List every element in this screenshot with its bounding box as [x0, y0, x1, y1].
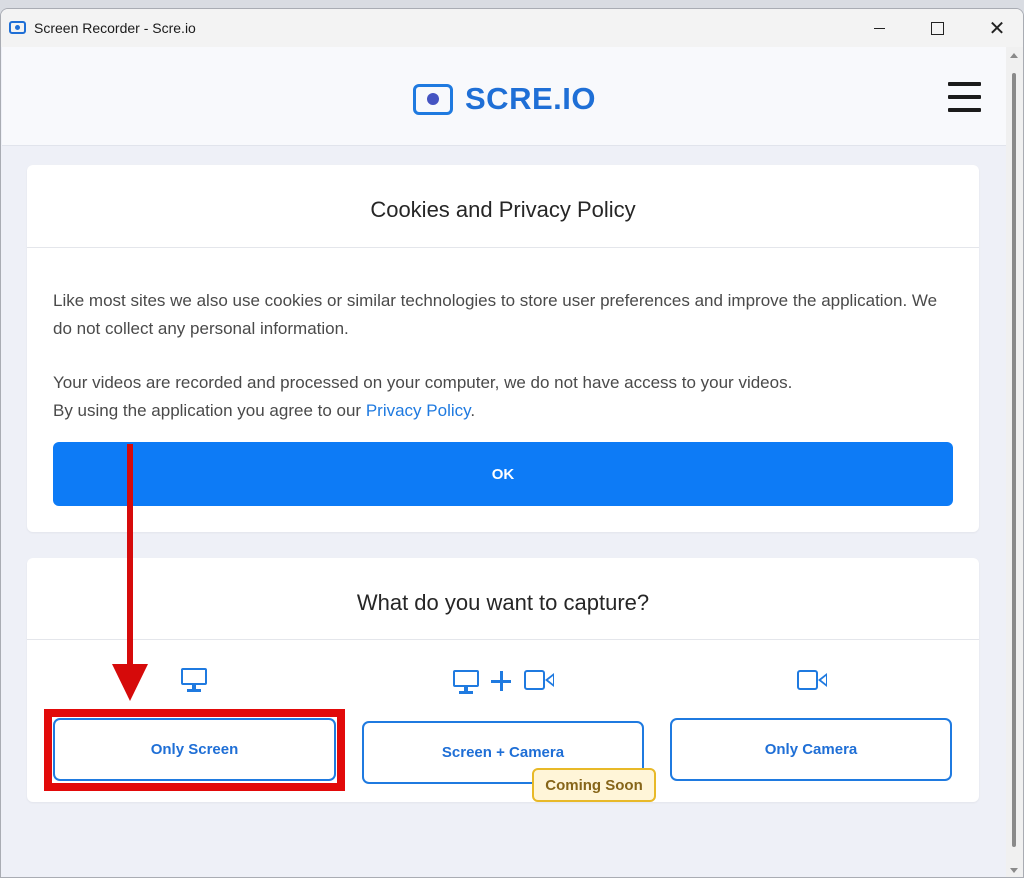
- title-bar: Screen Recorder - Scre.io ✕: [1, 9, 1023, 47]
- cookies-paragraph-2: Your videos are recorded and processed o…: [53, 369, 953, 424]
- scroll-down-icon[interactable]: [1010, 868, 1018, 873]
- capture-title: What do you want to capture?: [356, 590, 650, 615]
- scroll-up-icon[interactable]: [1010, 53, 1018, 58]
- app-icon: [9, 21, 26, 34]
- cookies-paragraph-2-suffix: .: [470, 400, 476, 420]
- cookies-paragraph-2-line-1: Your videos are recorded and processed o…: [53, 373, 793, 392]
- site-logo[interactable]: SCRE.IO: [413, 81, 596, 117]
- camera-icon: [797, 670, 827, 690]
- plus-icon: [491, 671, 511, 691]
- camera-icon: [524, 670, 554, 690]
- cookies-card: Cookies and Privacy Policy Like most sit…: [27, 165, 979, 532]
- annotation-arrow-head-icon: [112, 664, 148, 701]
- annotation-arrow-shaft: [127, 444, 133, 672]
- logo-icon: [413, 83, 453, 115]
- annotation-highlight-box: [44, 709, 345, 791]
- cookies-paragraph-2-prefix: By using the application you agree to ou…: [53, 400, 366, 420]
- coming-soon-badge: Coming Soon: [532, 768, 656, 802]
- close-button[interactable]: ✕: [967, 9, 1023, 47]
- cookies-paragraph-1: Like most sites we also use cookies or s…: [53, 291, 938, 338]
- privacy-policy-link[interactable]: Privacy Policy: [366, 401, 471, 420]
- maximize-button[interactable]: [907, 9, 967, 47]
- site-header: SCRE.IO: [2, 47, 1006, 146]
- divider: [27, 639, 979, 640]
- ok-button[interactable]: OK: [53, 442, 953, 506]
- monitor-icon: [453, 670, 479, 694]
- divider: [27, 247, 979, 248]
- hamburger-menu-icon[interactable]: [948, 82, 981, 112]
- minimize-button[interactable]: [849, 9, 909, 47]
- logo-text: SCRE.IO: [465, 81, 596, 116]
- window-title: Screen Recorder - Scre.io: [34, 20, 196, 36]
- cookies-title: Cookies and Privacy Policy: [370, 197, 636, 222]
- vertical-scrollbar[interactable]: [1006, 47, 1023, 877]
- scroll-thumb[interactable]: [1012, 73, 1016, 847]
- monitor-icon: [181, 668, 207, 692]
- only-camera-button[interactable]: Only Camera: [670, 718, 952, 781]
